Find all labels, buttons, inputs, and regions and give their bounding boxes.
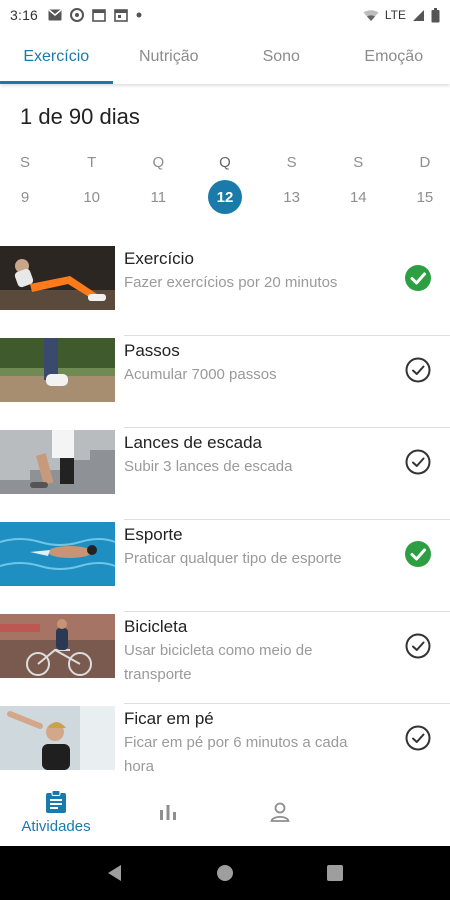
bar-chart-icon — [160, 805, 176, 820]
activity-content: Exercício Fazer exercícios por 20 minuto… — [124, 244, 450, 336]
activity-item-passos[interactable]: Passos Acumular 7000 passos — [0, 336, 450, 428]
dot-icon — [136, 12, 142, 18]
tab-nutricao[interactable]: Nutrição — [113, 30, 226, 84]
person-icon — [270, 802, 290, 822]
nav-stats[interactable] — [112, 778, 224, 846]
stairs-photo — [0, 430, 115, 494]
day-button[interactable]: 9 — [8, 180, 42, 214]
check-filled-icon[interactable] — [404, 540, 432, 568]
check-outline-icon[interactable] — [404, 448, 432, 476]
activity-subtitle: Fazer exercícios por 20 minutos — [124, 274, 338, 291]
tab-exercicio[interactable]: Exercício — [0, 30, 113, 84]
nav-activities-label: Atividades — [21, 817, 91, 835]
activity-content: Esporte Praticar qualquer tipo de esport… — [124, 520, 450, 612]
wifi-icon — [363, 9, 379, 22]
calendar-icon — [114, 8, 128, 22]
week-selector: S T Q Q S S D 9 10 11 12 13 14 15 — [0, 148, 450, 216]
gmail-icon — [48, 9, 62, 21]
weekday-numbers: 9 10 11 12 13 14 15 — [0, 178, 450, 216]
stretching-photo — [0, 706, 115, 770]
activity-item-escada[interactable]: Lances de escada Subir 3 lances de escad… — [0, 428, 450, 520]
weekday-letters: S T Q Q S S D — [0, 148, 450, 176]
activity-title: Lances de escada — [124, 433, 262, 452]
sync-icon — [70, 8, 85, 22]
battery-icon — [431, 7, 440, 23]
activity-title: Bicicleta — [124, 617, 188, 636]
day-button[interactable]: 13 — [275, 180, 309, 214]
day-progress-label: 1 de 90 dias — [20, 104, 140, 129]
back-button[interactable] — [106, 864, 124, 882]
day-button[interactable]: 14 — [341, 180, 375, 214]
activity-subtitle: Subir 3 lances de escada — [124, 458, 293, 475]
home-button[interactable] — [216, 864, 234, 882]
weekday-letter: S — [286, 153, 297, 171]
home-circle-icon — [217, 865, 233, 881]
check-outline-icon[interactable] — [404, 724, 432, 752]
status-time: 3:16 — [10, 7, 39, 23]
clipboard-icon — [46, 789, 66, 813]
activity-subtitle: Acumular 7000 passos — [124, 366, 277, 383]
activity-subtitle: Ficar em pé por 6 minutos a cada hora — [124, 734, 348, 774]
check-outline-icon[interactable] — [404, 356, 432, 384]
tab-sono[interactable]: Sono — [225, 30, 338, 84]
steps-photo — [0, 338, 115, 402]
activity-item-exercicio[interactable]: Exercício Fazer exercícios por 20 minuto… — [0, 244, 450, 336]
network-type: LTE — [384, 8, 406, 22]
activity-content: Lances de escada Subir 3 lances de escad… — [124, 428, 450, 520]
system-navigation-bar — [0, 846, 450, 900]
activity-subtitle: Praticar qualquer tipo de esporte — [124, 550, 342, 567]
weekday-letter: Q — [152, 153, 165, 171]
activity-item-bicicleta[interactable]: Bicicleta Usar bicicleta como meio de tr… — [0, 612, 450, 704]
activity-title: Esporte — [124, 525, 183, 544]
recents-square-icon — [327, 865, 343, 881]
signal-icon — [412, 9, 425, 22]
day-button[interactable]: 11 — [141, 180, 175, 214]
activity-subtitle: Usar bicicleta como meio de transporte — [124, 642, 313, 683]
weekday-letter: S — [19, 153, 30, 171]
system-icons: LTE — [363, 7, 440, 23]
calendar-icon — [92, 8, 106, 22]
nav-activities[interactable]: Atividades — [0, 778, 112, 846]
exercise-photo — [0, 246, 115, 310]
activity-content: Bicicleta Usar bicicleta como meio de tr… — [124, 612, 450, 704]
activity-title: Passos — [124, 341, 180, 360]
activity-title: Exercício — [124, 249, 194, 268]
category-tabs: Exercício Nutrição Sono Emoção — [0, 30, 450, 84]
activity-content: Passos Acumular 7000 passos — [124, 336, 450, 428]
activity-list: Exercício Fazer exercícios por 20 minuto… — [0, 244, 450, 774]
tab-emocao[interactable]: Emoção — [338, 30, 450, 84]
day-button[interactable]: 10 — [75, 180, 109, 214]
activity-item-esporte[interactable]: Esporte Praticar qualquer tipo de esport… — [0, 520, 450, 612]
day-button[interactable]: 15 — [408, 180, 442, 214]
bottom-navigation: Atividades — [0, 778, 450, 846]
weekday-letter: S — [353, 153, 364, 171]
weekday-letter: Q — [219, 153, 231, 171]
check-outline-icon[interactable] — [404, 632, 432, 660]
weekday-letter: T — [87, 153, 97, 171]
status-bar: 3:16 LTE — [0, 0, 450, 30]
activity-content: Ficar em pé Ficar em pé por 6 minutos a … — [124, 704, 450, 774]
notification-icons — [48, 8, 142, 22]
nav-profile[interactable] — [224, 778, 336, 846]
bicycle-photo — [0, 614, 115, 678]
weekday-letter: D — [419, 153, 431, 171]
check-filled-icon[interactable] — [404, 264, 432, 292]
back-triangle-icon — [108, 865, 121, 881]
activity-item-ficar-em-pe[interactable]: Ficar em pé Ficar em pé por 6 minutos a … — [0, 704, 450, 774]
activity-title: Ficar em pé — [124, 709, 214, 728]
recents-button[interactable] — [326, 864, 344, 882]
day-button-selected[interactable]: 12 — [207, 180, 242, 214]
swimming-photo — [0, 522, 115, 586]
